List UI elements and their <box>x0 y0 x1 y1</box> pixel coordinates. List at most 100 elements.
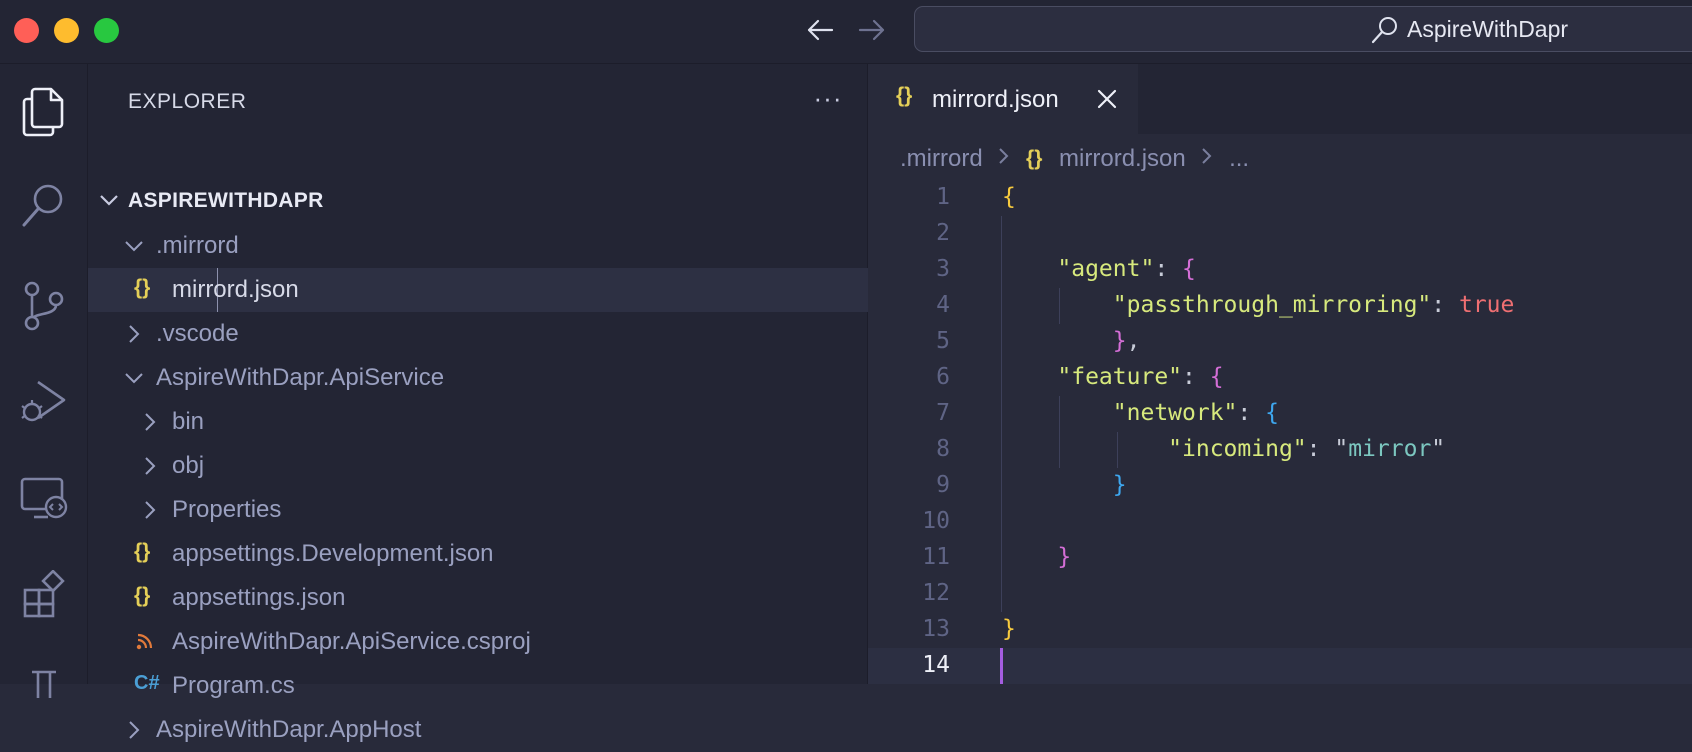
code-line: 4 "passthrough_mirroring": true <box>868 288 1692 324</box>
json-file-icon: {} <box>134 540 151 563</box>
line-text: "incoming": "mirror" <box>1168 436 1446 462</box>
testing-icon[interactable] <box>14 654 74 714</box>
tree-item-label: bin <box>172 408 205 435</box>
back-button[interactable] <box>800 12 840 48</box>
code-line: 9 } <box>868 468 1692 504</box>
search-icon[interactable] <box>14 176 74 236</box>
run-debug-icon[interactable] <box>14 372 74 432</box>
workspace-root-label: ASPIREWITHDAPR <box>128 189 324 212</box>
explorer-icon[interactable] <box>14 82 74 142</box>
line-text: }, <box>1112 328 1141 354</box>
tree-item-properties-folder[interactable]: Properties <box>88 488 868 532</box>
remote-explorer-icon[interactable] <box>14 468 74 528</box>
title-bar: AspireWithDapr <box>0 0 1692 64</box>
chevron-right-icon <box>145 457 156 475</box>
rss-icon <box>136 633 153 650</box>
chevron-right-icon <box>1200 145 1214 173</box>
tree-item-program-cs[interactable]: C# Program.cs <box>88 664 868 708</box>
code-line: 10 <box>868 504 1692 540</box>
line-number: 3 <box>936 256 950 282</box>
json-file-icon: {} <box>134 276 151 299</box>
tree-item-bin-folder[interactable]: bin <box>88 400 868 444</box>
line-number: 11 <box>922 544 950 570</box>
tree-item-apphost-folder[interactable]: AspireWithDapr.AppHost <box>88 708 868 752</box>
line-number: 7 <box>936 400 950 426</box>
json-file-icon: {} <box>896 84 913 107</box>
tree-item-label: AspireWithDapr.ApiService.csproj <box>172 628 531 655</box>
tree-item-apiservice-folder[interactable]: AspireWithDapr.ApiService <box>88 356 868 400</box>
close-icon[interactable] <box>1094 86 1120 112</box>
code-line: 6 "feature": { <box>868 360 1692 396</box>
tree-item-label: Properties <box>172 496 282 523</box>
text-cursor <box>1000 648 1003 684</box>
current-line: 14 <box>868 648 1692 684</box>
command-center-search[interactable]: AspireWithDapr <box>914 6 1692 52</box>
tree-item-appsettings-json[interactable]: {} appsettings.json <box>88 576 868 620</box>
code-editor[interactable]: 1 { 2 3 "agent": { 4 "passthrough_mirror… <box>868 180 1692 684</box>
close-window-button[interactable] <box>14 18 39 43</box>
line-number: 4 <box>936 292 950 318</box>
more-actions-button[interactable]: ··· <box>806 80 850 116</box>
line-text: } <box>1057 544 1072 570</box>
tree-item-label: .mirrord <box>156 232 239 259</box>
tree-root-aspirewithdapr[interactable]: ASPIREWITHDAPR <box>88 178 868 222</box>
json-file-icon: {} <box>134 584 151 607</box>
tab-mirrord-json[interactable]: {} mirrord.json <box>868 64 1138 134</box>
explorer-title: EXPLORER <box>128 90 247 113</box>
line-number: 13 <box>922 616 950 642</box>
line-number: 10 <box>922 508 950 534</box>
code-line: 11 } <box>868 540 1692 576</box>
chevron-right-icon <box>129 721 140 739</box>
breadcrumb-symbols[interactable]: ... <box>1229 145 1249 173</box>
line-text: "agent": { <box>1057 256 1196 282</box>
forward-button[interactable] <box>852 12 892 48</box>
line-number: 2 <box>936 220 950 246</box>
code-line: 7 "network": { <box>868 396 1692 432</box>
chevron-down-icon <box>100 195 118 206</box>
arrow-left-icon <box>807 19 834 41</box>
line-text: } <box>1112 472 1127 498</box>
chevron-down-icon <box>125 373 143 384</box>
breadcrumb-file[interactable]: mirrord.json <box>1059 145 1186 173</box>
chevron-right-icon <box>997 145 1011 173</box>
tree-item-apiservice-csproj[interactable]: AspireWithDapr.ApiService.csproj <box>88 620 868 664</box>
tree-item-label: mirrord.json <box>172 276 299 303</box>
code-line: 8 "incoming": "mirror" <box>868 432 1692 468</box>
line-number: 8 <box>936 436 950 462</box>
chevron-down-icon <box>125 241 143 252</box>
code-line: 13 } <box>868 612 1692 648</box>
tree-item-label: appsettings.json <box>172 584 346 611</box>
code-line: 2 <box>868 216 1692 252</box>
line-number: 6 <box>936 364 950 390</box>
tree-item-obj-folder[interactable]: obj <box>88 444 868 488</box>
code-line: 3 "agent": { <box>868 252 1692 288</box>
line-number: 1 <box>936 184 950 210</box>
tree-item-vscode-folder[interactable]: .vscode <box>88 312 868 356</box>
arrow-right-icon <box>858 19 885 41</box>
tree-item-label: Program.cs <box>172 672 295 699</box>
tree-item-mirrord-json[interactable]: {} mirrord.json <box>88 268 868 312</box>
workspace-name: AspireWithDapr <box>1407 16 1569 42</box>
source-control-icon[interactable] <box>14 276 74 336</box>
tree-item-label: appsettings.Development.json <box>172 540 494 567</box>
line-text: "feature": { <box>1057 364 1224 390</box>
chevron-right-icon <box>129 325 140 343</box>
search-icon <box>1371 17 1397 44</box>
minimize-window-button[interactable] <box>54 18 79 43</box>
explorer-sidebar: EXPLORER ··· ASPIREWITHDAPR .mirrord {} … <box>88 64 868 743</box>
breadcrumb: .mirrord {} mirrord.json ... <box>900 144 1249 176</box>
code-line: 5 }, <box>868 324 1692 360</box>
editor-tab-bar: {} mirrord.json <box>868 64 1692 134</box>
code-line: 1 { <box>868 180 1692 216</box>
extensions-icon[interactable] <box>14 564 74 624</box>
tree-item-label: AspireWithDapr.ApiService <box>156 364 445 391</box>
line-text: "network": { <box>1112 400 1279 426</box>
maximize-window-button[interactable] <box>94 18 119 43</box>
tab-label: mirrord.json <box>932 86 1059 113</box>
breadcrumb-folder[interactable]: .mirrord <box>900 145 983 173</box>
line-text: } <box>1002 616 1016 642</box>
tree-item-appsettings-development-json[interactable]: {} appsettings.Development.json <box>88 532 868 576</box>
chevron-right-icon <box>145 501 156 519</box>
line-number: 9 <box>936 472 950 498</box>
tree-item-mirrord-folder[interactable]: .mirrord <box>88 224 868 268</box>
